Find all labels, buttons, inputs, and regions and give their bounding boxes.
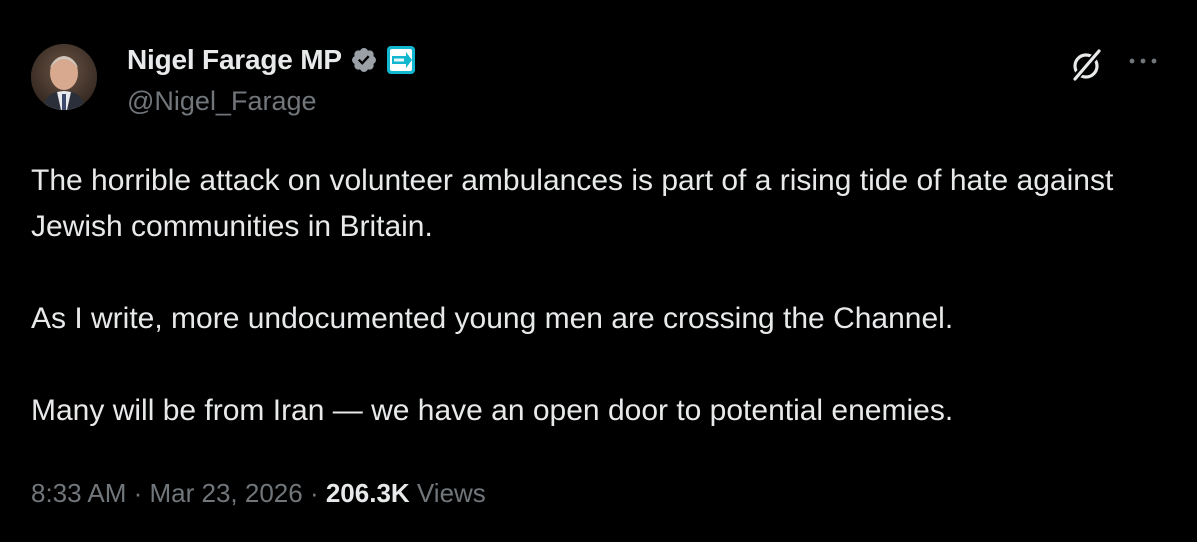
avatar[interactable] bbox=[31, 44, 97, 110]
meta-separator: · bbox=[302, 478, 326, 508]
tweet-paragraph: Many will be from Iran — we have an open… bbox=[31, 394, 954, 427]
reform-uk-badge-icon[interactable] bbox=[386, 45, 416, 75]
views-count[interactable]: 206.3K bbox=[326, 478, 410, 508]
author-name[interactable]: Nigel Farage MP bbox=[127, 44, 342, 76]
grok-icon[interactable] bbox=[1068, 46, 1106, 84]
tweet-text: The horrible attack on volunteer ambulan… bbox=[31, 158, 1151, 434]
tweet-paragraph: As I write, more undocumented young men … bbox=[31, 302, 954, 335]
avatar-photo bbox=[31, 44, 97, 110]
tweet-date[interactable]: Mar 23, 2026 bbox=[150, 478, 303, 508]
verified-badge-icon[interactable] bbox=[350, 46, 378, 74]
more-icon[interactable] bbox=[1125, 48, 1161, 74]
author-name-row[interactable]: Nigel Farage MP bbox=[127, 44, 416, 76]
meta-separator: · bbox=[126, 478, 150, 508]
views-label[interactable]: Views bbox=[417, 478, 486, 508]
tweet-time[interactable]: 8:33 AM bbox=[31, 478, 126, 508]
author-handle[interactable]: @Nigel_Farage bbox=[127, 86, 317, 117]
tweet-paragraph: The horrible attack on volunteer ambulan… bbox=[31, 164, 1114, 243]
tweet-meta: 8:33 AM · Mar 23, 2026 · 206.3K Views bbox=[31, 478, 486, 509]
